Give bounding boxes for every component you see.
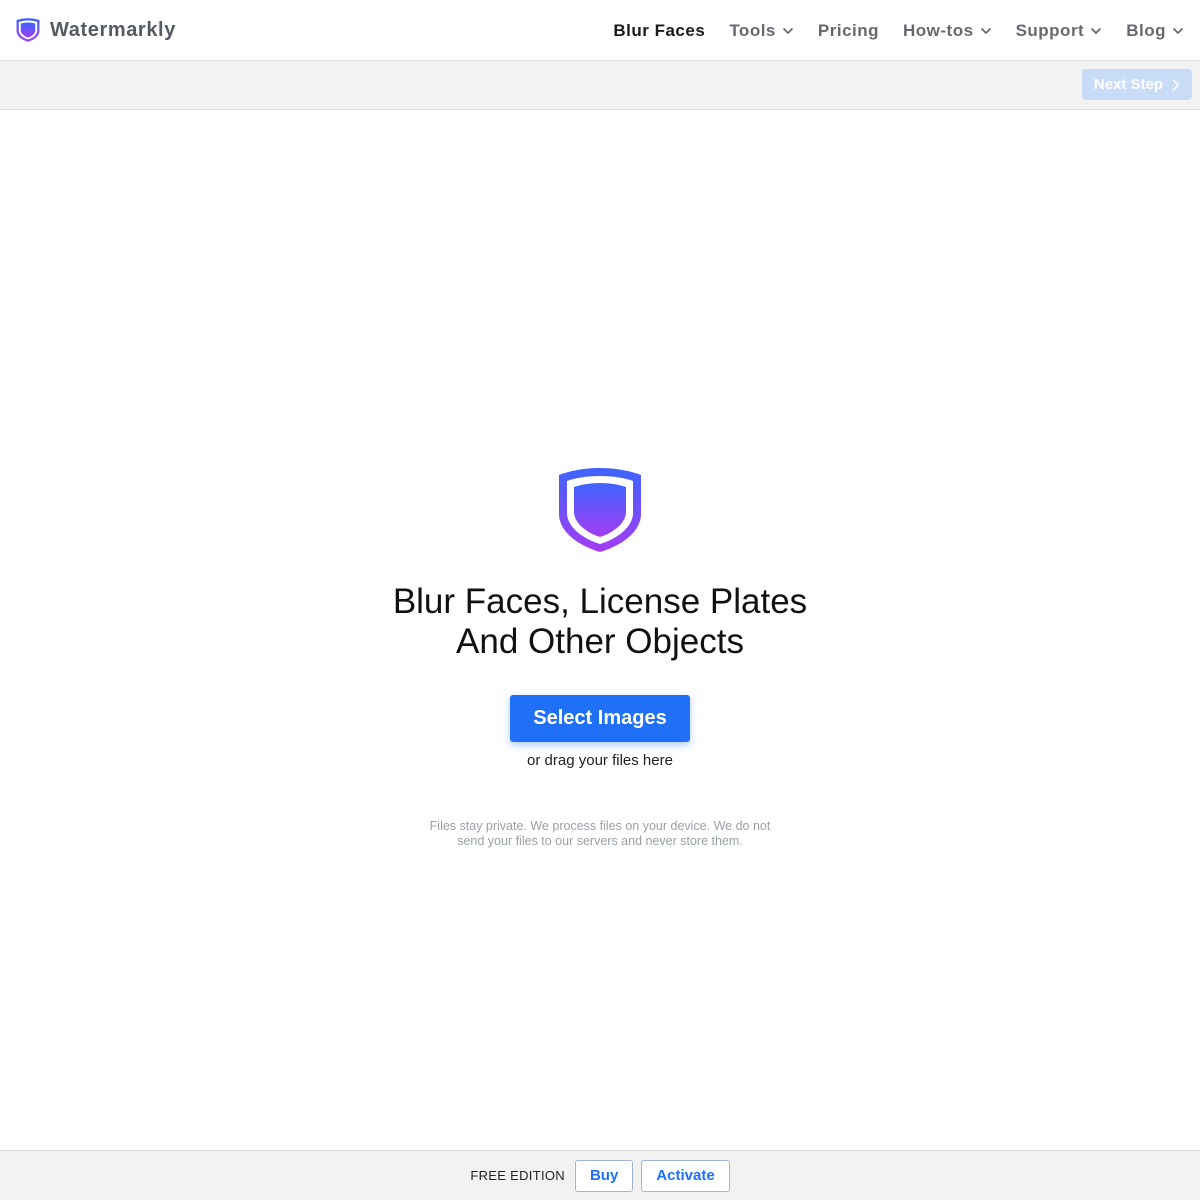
nav-item-how-tos[interactable]: How-tos — [903, 21, 992, 41]
nav-item-label: Support — [1015, 20, 1085, 40]
nav-item-label: Blog — [1126, 20, 1166, 40]
brand-link[interactable]: Watermarkly — [16, 17, 176, 43]
upload-area[interactable]: Blur Faces, License Plates And Other Obj… — [0, 466, 1200, 849]
nav-item-label: How-tos — [903, 20, 974, 40]
drag-hint: or drag your files here — [527, 752, 673, 769]
select-images-button[interactable]: Select Images — [510, 695, 690, 742]
nav-item-label: Pricing — [817, 20, 880, 40]
license-footer: FREE EDITION Buy Activate — [0, 1150, 1200, 1200]
chevron-down-icon — [782, 27, 794, 34]
nav-item-blog[interactable]: Blog — [1126, 21, 1184, 41]
step-toolbar: Next Step — [0, 61, 1200, 110]
main-nav: Blur Faces Tools Pricing How-tos Support… — [613, 0, 1184, 61]
chevron-down-icon — [1091, 27, 1102, 34]
page-title: Blur Faces, License Plates And Other Obj… — [392, 582, 808, 661]
nav-item-tools[interactable]: Tools — [729, 21, 794, 41]
edition-label: FREE EDITION — [470, 1168, 565, 1183]
chevron-down-icon — [1172, 27, 1184, 34]
shield-icon — [559, 468, 641, 552]
nav-item-blur-faces[interactable]: Blur Faces — [613, 21, 705, 41]
nav-item-label: Blur Faces — [613, 20, 706, 40]
nav-item-label: Tools — [729, 20, 776, 40]
shield-icon — [16, 18, 40, 42]
buy-button[interactable]: Buy — [574, 1159, 634, 1192]
next-step-button[interactable]: Next Step — [1082, 69, 1192, 100]
chevron-down-icon — [980, 27, 991, 34]
nav-item-pricing[interactable]: Pricing — [818, 21, 879, 41]
nav-item-support[interactable]: Support — [1016, 21, 1103, 41]
chevron-right-icon — [1172, 78, 1180, 91]
next-step-label: Next Step — [1093, 76, 1164, 93]
activate-button[interactable]: Activate — [641, 1159, 730, 1192]
top-header: Watermarkly Blur Faces Tools Pricing How… — [0, 0, 1200, 61]
brand-name: Watermarkly — [50, 18, 176, 41]
privacy-note: Files stay private. We process files on … — [429, 819, 771, 848]
